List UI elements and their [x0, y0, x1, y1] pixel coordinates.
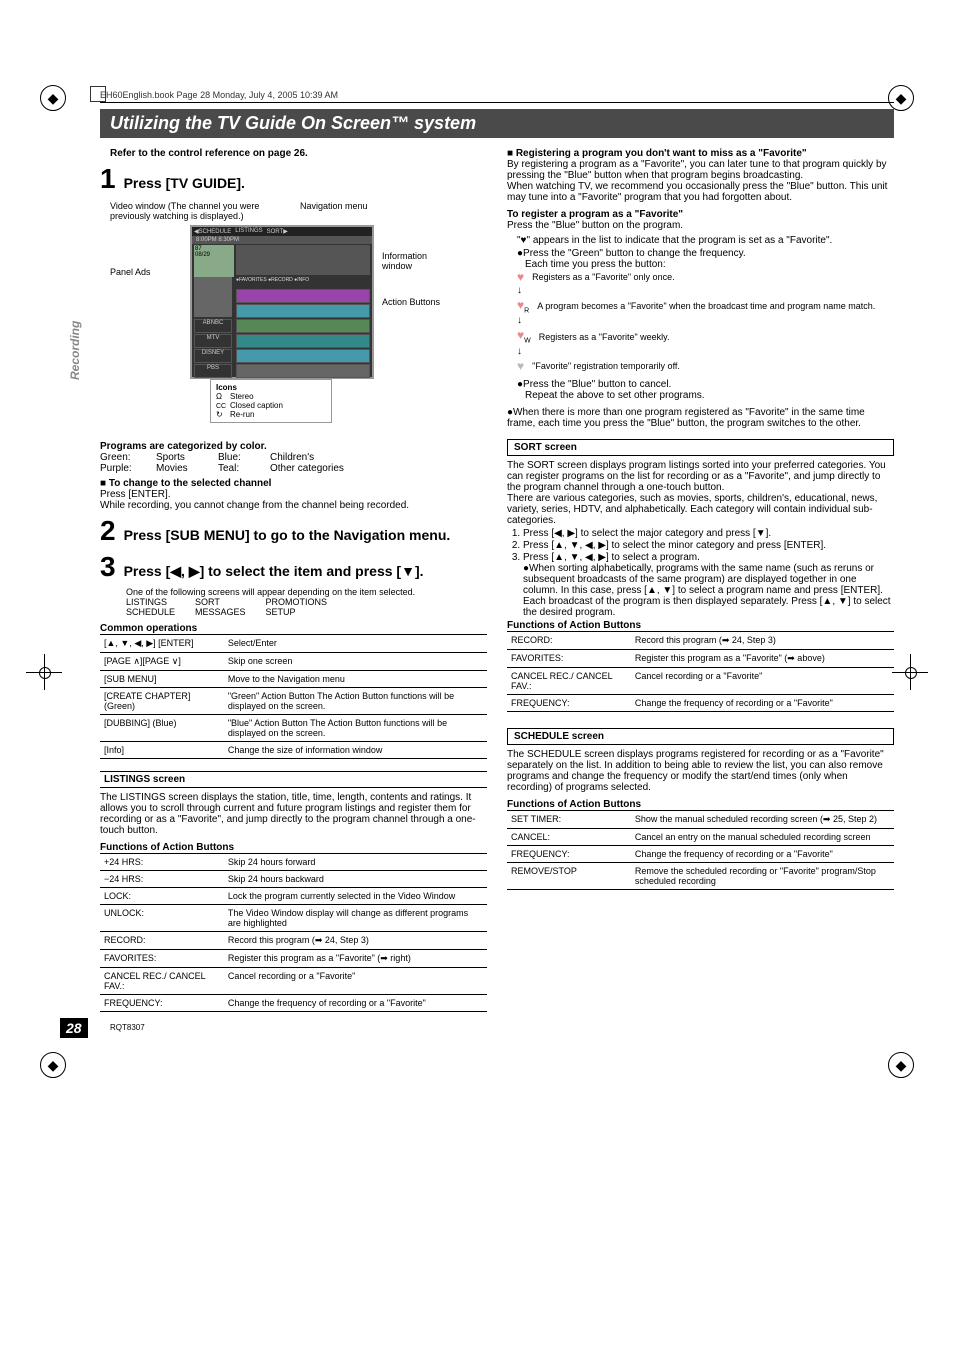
sort-intro2: There are various categories, such as mo… [507, 493, 894, 526]
sort-heading: SORT screen [507, 439, 894, 456]
common-ops-heading: Common operations [100, 623, 487, 634]
step3-note: One of the following screens will appear… [126, 587, 487, 597]
to-register-heading: To register a program as a "Favorite" [507, 209, 894, 220]
each-time-note: Each time you press the button: [525, 259, 894, 270]
crosshair-left [32, 660, 56, 684]
tv-screen-diagram: ◀SCHEDULELISTINGSSORT▶ 8:00PM 8:30PM 870… [190, 225, 374, 379]
icons-heading: Icons [216, 383, 326, 392]
listings-heading: LISTINGS screen [100, 771, 487, 788]
rqt-code: RQT8307 [110, 1023, 145, 1032]
panel-ads-label: Panel Ads [110, 267, 151, 277]
info-window-label: Information window [382, 251, 452, 271]
green-note: ●Press the "Green" button to change the … [517, 248, 894, 259]
fav-reg-intro: By registering a program as a "Favorite"… [507, 159, 894, 203]
step3-num: 3 [100, 551, 116, 583]
change-channel-press: Press [ENTER]. [100, 489, 487, 500]
right-column: Registering a program you don't want to … [507, 148, 894, 1018]
multi-fav-note: ●When there is more than one program reg… [507, 407, 894, 429]
step1-head: 1 Press [TV GUIDE]. [100, 163, 487, 195]
page-container: ◆ ◆ ◆ ◆ EH60English.book Page 28 Monday,… [0, 0, 954, 1178]
func-action-heading-sort: Functions of Action Buttons [507, 620, 894, 631]
change-channel-heading: To change to the selected channel [100, 478, 487, 489]
listings-action-table: +24 HRS:Skip 24 hours forward −24 HRS:Sk… [100, 853, 487, 1018]
screen-list: LISTINGS SCHEDULE SORT MESSAGES PROMOTIO… [126, 597, 487, 617]
reg-mark-bot-right: ◆ [888, 1052, 914, 1078]
sort-steps: Press [◀, ▶] to select the major categor… [507, 528, 894, 618]
reg-mark-bot-left: ◆ [40, 1052, 66, 1078]
blue-cancel: ●Press the "Blue" button to cancel. [517, 379, 894, 390]
icons-legend: Icons ΩStereo CCClosed caption ↻Re-run [210, 379, 332, 423]
schedule-action-table: SET TIMER:Show the manual scheduled reco… [507, 810, 894, 896]
fav-frequency-flow: ♥Registers as a "Favorite" only once. ↓ … [517, 270, 894, 373]
cat-row-1: Green: Sports Blue: Children's [100, 452, 487, 463]
action-buttons-label: Action Buttons [382, 297, 452, 307]
categories-heading: Programs are categorized by color. [100, 441, 487, 452]
fav-icon-note: "♥" appears in the list to indicate that… [517, 235, 894, 246]
schedule-intro: The SCHEDULE screen displays programs re… [507, 749, 894, 793]
sort-action-table: RECORD:Record this program (➡ 24, Step 3… [507, 631, 894, 718]
reg-mark-top-left: ◆ [40, 85, 66, 111]
func-action-heading-left: Functions of Action Buttons [100, 842, 487, 853]
video-window-label: Video window (The channel you were previ… [110, 201, 260, 221]
common-ops-table: [▲, ▼, ◀, ▶] [ENTER]Select/Enter [PAGE ∧… [100, 634, 487, 765]
change-channel-note: While recording, you cannot change from … [100, 500, 487, 511]
heart-icon: ♥ [517, 270, 524, 284]
header-rule [100, 102, 894, 103]
side-tab: Recording [68, 321, 82, 380]
cat-row-2: Purple: Movies Teal: Other categories [100, 463, 487, 474]
sort-intro1: The SORT screen displays program listing… [507, 460, 894, 493]
func-action-heading-sched: Functions of Action Buttons [507, 799, 894, 810]
step2-num: 2 [100, 515, 116, 547]
step1-text: Press [TV GUIDE]. [124, 175, 245, 191]
step1-num: 1 [100, 163, 116, 195]
step2-text: Press [SUB MENU] to go to the Navigation… [124, 527, 451, 543]
repeat-note: Repeat the above to set other programs. [525, 390, 894, 401]
heart-w-icon: ♥W [517, 328, 531, 344]
heart-r-icon: ♥R [517, 298, 529, 314]
page-number: 28 [60, 1018, 88, 1038]
step3-head: 3 Press [◀, ▶] to select the item and pr… [100, 551, 487, 583]
step3-text: Press [◀, ▶] to select the item and pres… [124, 563, 424, 580]
left-column: Refer to the control reference on page 2… [100, 148, 487, 1018]
fav-reg-heading: Registering a program you don't want to … [507, 148, 894, 159]
book-header: EH60English.book Page 28 Monday, July 4,… [100, 90, 894, 100]
control-ref-note: Refer to the control reference on page 2… [110, 148, 487, 159]
step2-head: 2 Press [SUB MENU] to go to the Navigati… [100, 515, 487, 547]
page-title: Utilizing the TV Guide On Screen™ system [100, 109, 894, 138]
heart-off-icon: ♥ [517, 359, 524, 373]
listings-intro: The LISTINGS screen displays the station… [100, 792, 487, 836]
sort-substep: ●When sorting alphabetically, programs w… [523, 563, 894, 618]
nav-menu-label: Navigation menu [300, 201, 368, 211]
crosshair-right [898, 660, 922, 684]
time-row: 8:00PM 8:30PM [192, 236, 372, 244]
to-register-press: Press the "Blue" button on the program. [507, 220, 894, 231]
schedule-heading: SCHEDULE screen [507, 728, 894, 745]
